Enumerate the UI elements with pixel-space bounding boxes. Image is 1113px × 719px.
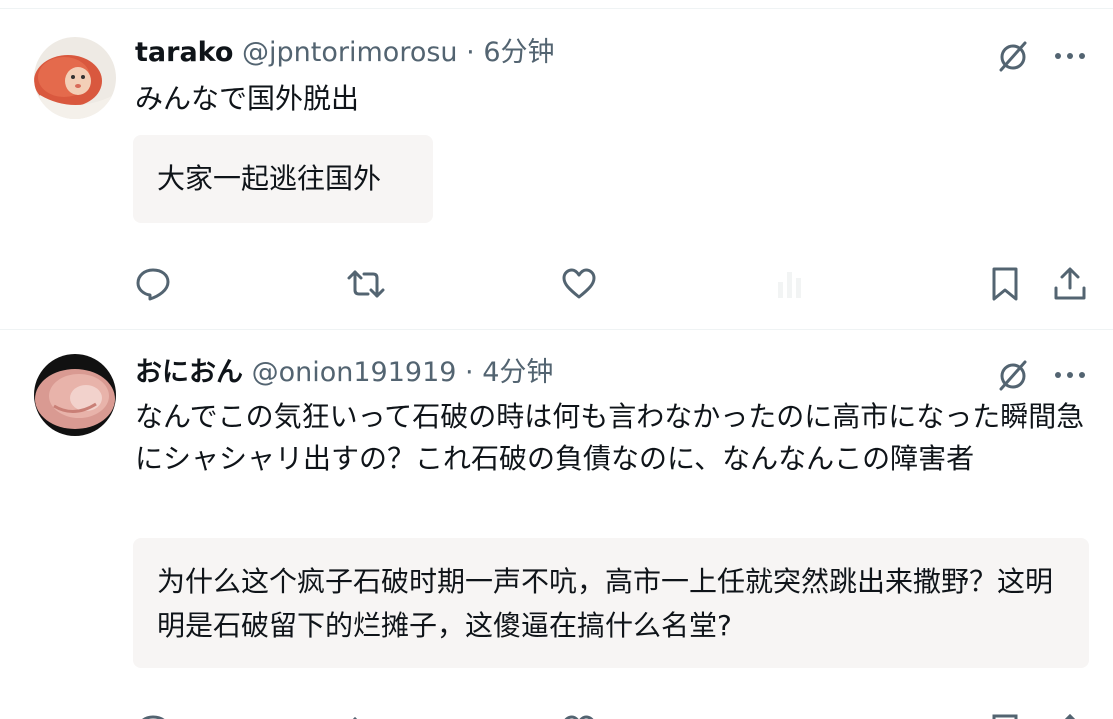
author-handle[interactable]: @onion191919 [252, 357, 457, 388]
more-options-icon[interactable] [1050, 355, 1090, 395]
post[interactable]: tarako @jpntorimorosu · 6分钟 みんなで国外脱出 大家一… [0, 10, 1113, 330]
post-text: みんなで国外脱出 [135, 82, 360, 115]
repost-icon[interactable] [346, 264, 386, 304]
grok-icon[interactable] [993, 355, 1033, 395]
avatar[interactable] [34, 37, 116, 119]
post-header: tarako @jpntorimorosu · 6分钟 [135, 36, 555, 70]
post-time[interactable]: 6分钟 [483, 37, 554, 68]
top-divider [0, 8, 1113, 9]
bookmark-icon[interactable] [985, 264, 1025, 304]
author-name[interactable]: おにおん [135, 357, 243, 388]
post-time[interactable]: 4分钟 [482, 357, 553, 388]
more-options-icon[interactable] [1050, 36, 1090, 76]
reply-icon[interactable] [133, 264, 173, 304]
author-handle[interactable]: @jpntorimorosu [242, 37, 458, 68]
share-icon[interactable] [1050, 264, 1090, 304]
action-bar [0, 707, 1113, 719]
post-text: なんでこの気狂いって石破の時は何も言わなかったのに高市になった瞬間急にシャシャリ… [135, 400, 1085, 475]
author-name[interactable]: tarako [135, 37, 233, 68]
translation-box: 为什么这个疯子石破时期一声不吭，高市一上任就突然跳出来撒野？这明明是石破留下的烂… [133, 538, 1089, 668]
separator: · [466, 37, 475, 68]
avatar[interactable] [34, 354, 116, 436]
separator: · [465, 357, 474, 388]
post-header: おにおん @onion191919 · 4分钟 [135, 356, 553, 390]
post[interactable]: おにおん @onion191919 · 4分钟 なんでこの気狂いって石破の時は何… [0, 331, 1113, 719]
translation-box: 大家一起逃往国外 [133, 135, 433, 223]
views-icon[interactable] [770, 264, 810, 304]
grok-icon[interactable] [993, 36, 1033, 76]
like-icon[interactable] [559, 264, 599, 304]
